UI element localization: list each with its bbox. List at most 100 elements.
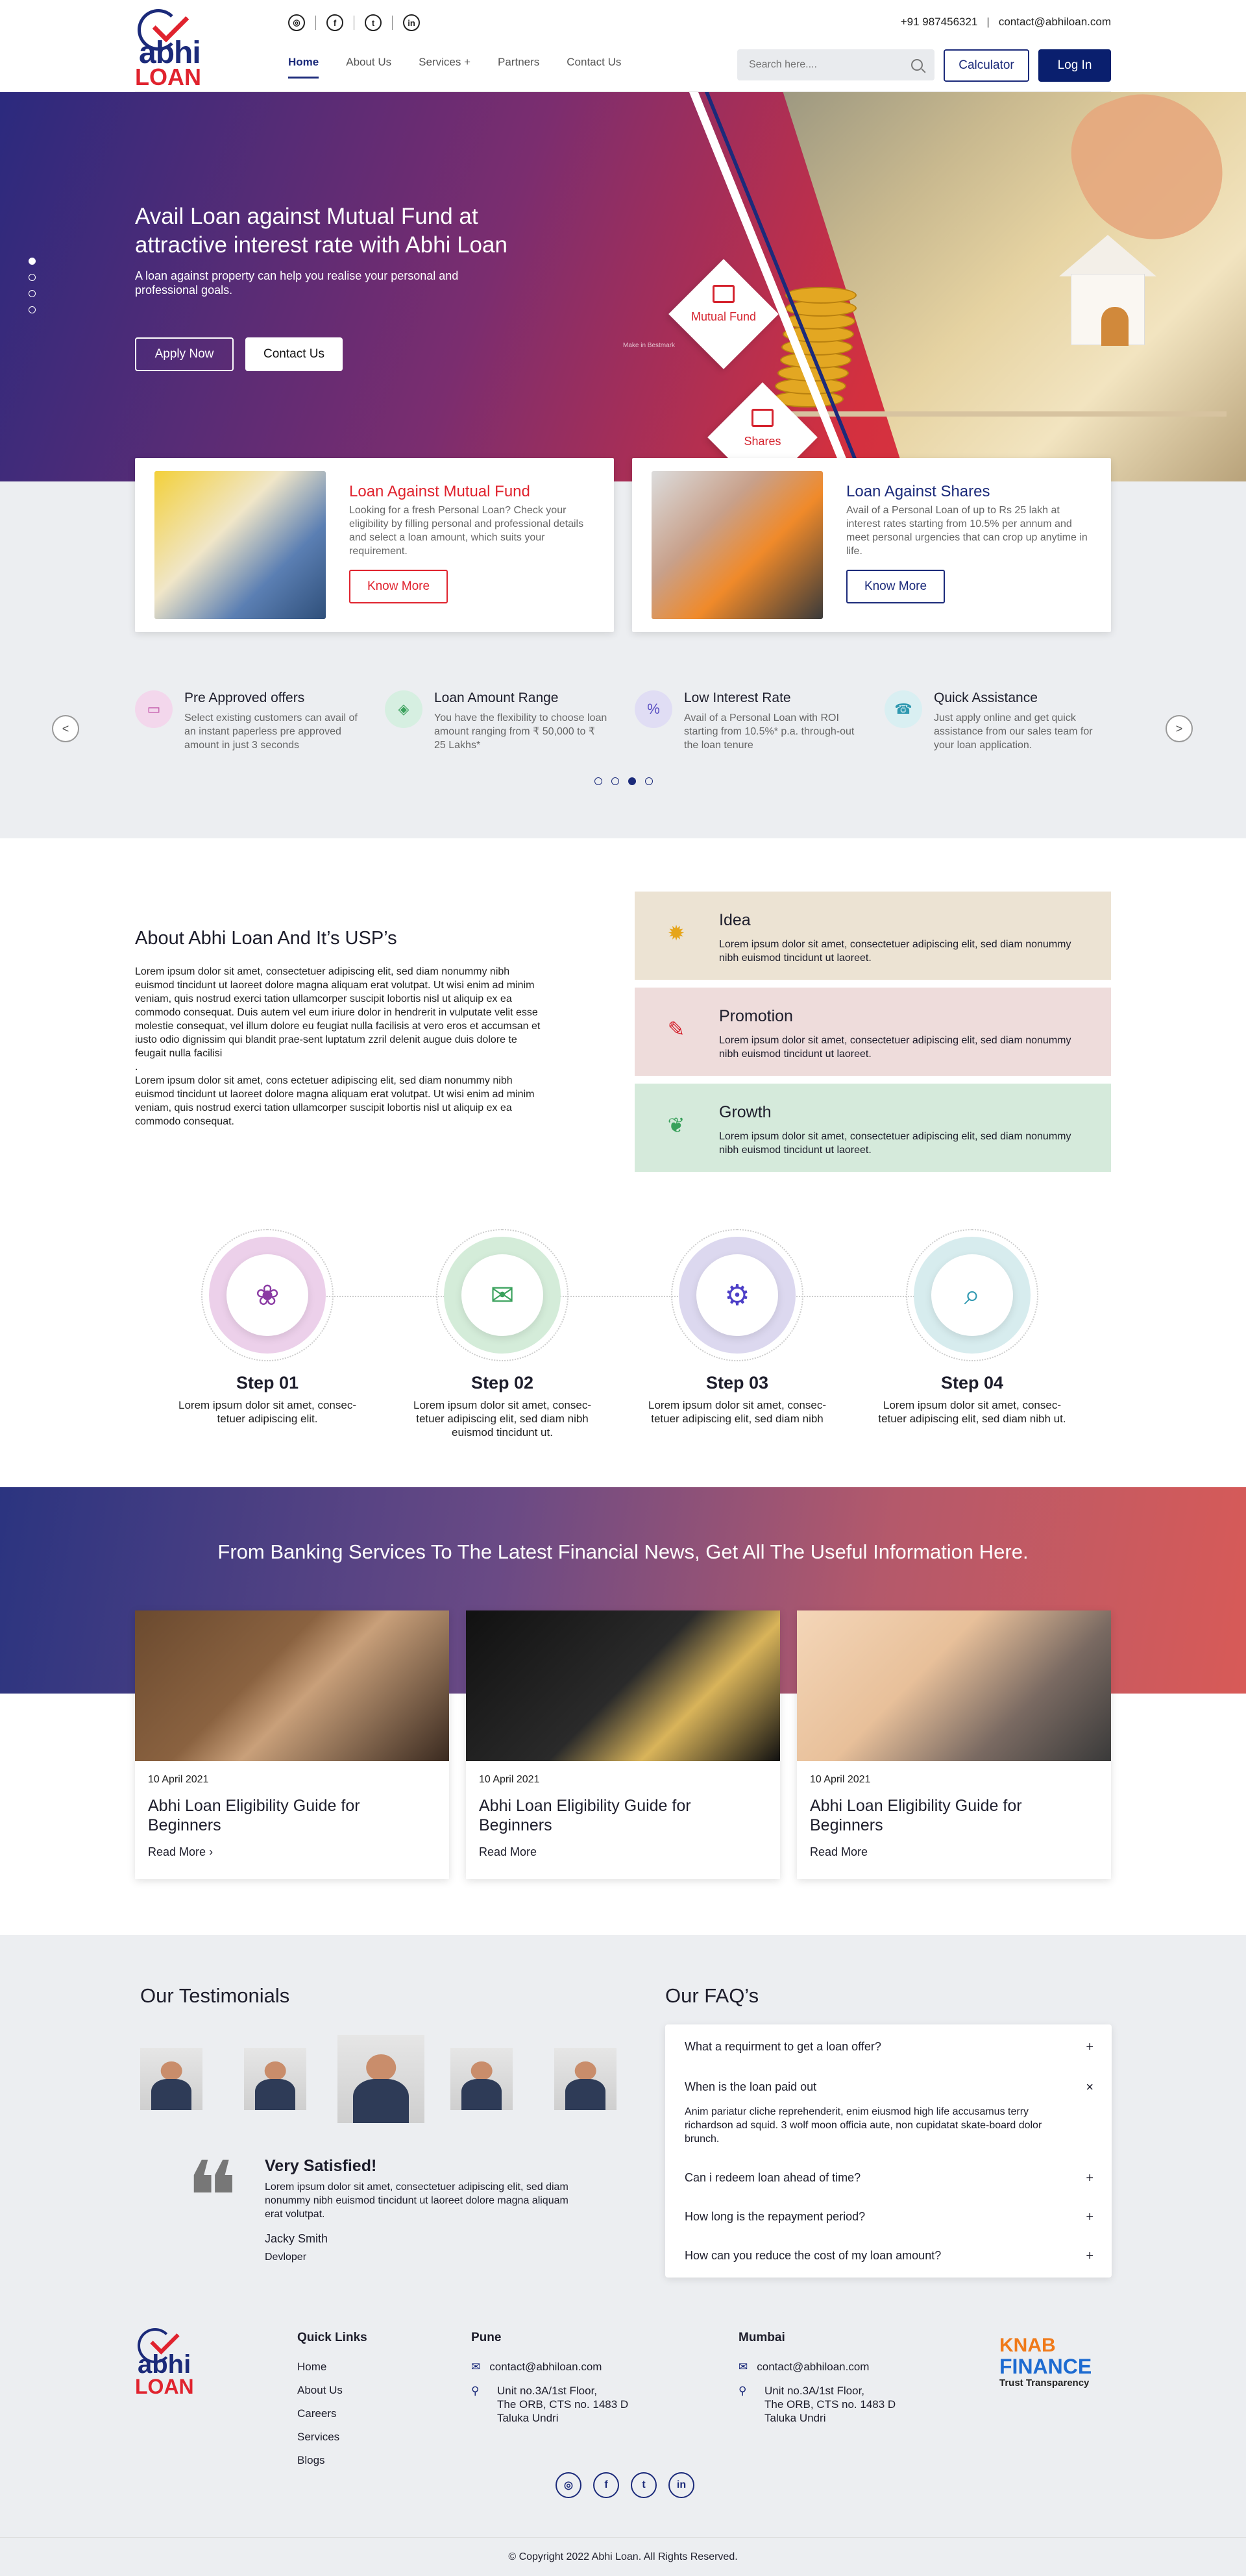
news-title: Abhi Loan Eligibility Guide for Beginner…: [479, 1797, 691, 1834]
instagram-icon[interactable]: ◎: [556, 2472, 581, 2498]
header-phone[interactable]: +91 987456321: [901, 16, 978, 29]
facebook-icon[interactable]: f: [593, 2472, 619, 2498]
know-more-button[interactable]: Know More: [846, 570, 945, 603]
footer-link[interactable]: Careers: [297, 2407, 367, 2420]
avatar[interactable]: [450, 2048, 513, 2110]
features-next-button[interactable]: >: [1166, 715, 1193, 742]
apply-now-button[interactable]: Apply Now: [135, 337, 234, 371]
partner-logo[interactable]: KNAB FINANCE Trust Transparency: [999, 2336, 1092, 2389]
know-more-button[interactable]: Know More: [349, 570, 448, 603]
pagination-dot[interactable]: [645, 777, 653, 785]
news-card[interactable]: 10 April 2021 Abhi Loan Eligibility Guid…: [135, 1610, 449, 1879]
faq-question[interactable]: How long is the repayment period? +: [685, 2210, 1093, 2224]
news-title: Abhi Loan Eligibility Guide for Beginner…: [148, 1797, 360, 1834]
address-line: The ORB, CTS no. 1483 D: [764, 2398, 896, 2411]
contact-us-button[interactable]: Contact Us: [245, 337, 343, 371]
faq-question[interactable]: Can i redeem loan ahead of time? +: [685, 2171, 1093, 2185]
calculator-button[interactable]: Calculator: [944, 49, 1029, 82]
step-title: Step 04: [940, 1373, 1004, 1392]
testimonial-text: Lorem ipsum dolor sit amet, consectetuer…: [265, 2181, 568, 2220]
faq-question-text: What a requirment to get a loan offer?: [685, 2040, 881, 2053]
avatar[interactable]: [140, 2048, 202, 2110]
instagram-icon[interactable]: ◎: [288, 14, 305, 31]
slider-dot[interactable]: [29, 258, 36, 265]
plus-icon[interactable]: +: [1086, 2249, 1093, 2264]
news-card-photo: [466, 1610, 780, 1761]
linkedin-icon[interactable]: in: [403, 14, 420, 31]
divider: [392, 16, 393, 30]
footer-link[interactable]: About Us: [297, 2384, 367, 2397]
loan-products-section: Loan Against Mutual Fund Looking for a f…: [0, 458, 1246, 838]
house-image: [1059, 235, 1156, 352]
building-icon: [713, 285, 735, 303]
footer-logo[interactable]: abhi LOAN: [135, 2325, 200, 2400]
close-icon[interactable]: ×: [1086, 2080, 1093, 2095]
usp-text: Lorem ipsum dolor sit amet, consectetuer…: [719, 1035, 1071, 1060]
address-line: Unit no.3A/1st Floor,: [497, 2385, 598, 2397]
facebook-icon[interactable]: f: [326, 14, 343, 31]
linkedin-icon[interactable]: in: [668, 2472, 694, 2498]
faq-question[interactable]: How can you reduce the cost of my loan a…: [685, 2249, 1093, 2263]
about-section: About Abhi Loan And It’s USP’s Lorem ips…: [0, 838, 1246, 1487]
twitter-icon[interactable]: t: [631, 2472, 657, 2498]
footer-email[interactable]: ✉ contact@abhiloan.com: [739, 2361, 896, 2374]
nav-bar: Home About Us Services + Partners Contac…: [135, 47, 1111, 92]
step-item: ⚙ Step 03 Lorem ipsum dolor sit amet, co…: [640, 1229, 835, 1426]
site-footer: abhi LOAN Quick Links Home About Us Care…: [0, 2324, 1246, 2576]
news-card[interactable]: 10 April 2021 Abhi Loan Eligibility Guid…: [797, 1610, 1111, 1879]
faq-question-text: How can you reduce the cost of my loan a…: [685, 2249, 942, 2262]
site-header: abhi LOAN ◎ f t in +91 987456321 | conta…: [0, 0, 1246, 92]
usp-text: Lorem ipsum dolor sit amet, consectetuer…: [719, 1131, 1071, 1156]
slider-dot[interactable]: [29, 306, 36, 313]
step-title: Step 03: [705, 1373, 769, 1392]
read-more-link[interactable]: Read More: [810, 1845, 1098, 1859]
footer-link[interactable]: Home: [297, 2361, 367, 2374]
footer-email-text: contact@abhiloan.com: [757, 2361, 870, 2373]
search-icon[interactable]: [911, 59, 923, 71]
nav-about-us[interactable]: About Us: [346, 56, 391, 79]
plus-icon[interactable]: +: [1086, 2210, 1093, 2225]
nav-partners[interactable]: Partners: [498, 56, 539, 79]
feature-title: Low Interest Rate: [684, 690, 791, 705]
nav-services[interactable]: Services +: [419, 56, 470, 79]
login-button[interactable]: Log In: [1038, 49, 1111, 82]
faq-question-expanded[interactable]: When is the loan paid out ×: [685, 2080, 1093, 2095]
mail-icon: ✉: [739, 2361, 748, 2373]
header-social-links: ◎ f t in: [288, 14, 420, 31]
footer-address: ⚲ Unit no.3A/1st Floor, The ORB, CTS no.…: [739, 2384, 896, 2425]
plus-icon[interactable]: +: [1086, 2040, 1093, 2055]
read-more-link[interactable]: Read More: [479, 1845, 767, 1859]
avatar-active[interactable]: [337, 2035, 424, 2123]
search-input[interactable]: [749, 59, 898, 71]
footer-link[interactable]: Blogs: [297, 2454, 367, 2467]
faq-question[interactable]: What a requirment to get a loan offer? +: [685, 2040, 1093, 2054]
step-text: Lorem ipsum dolor sit amet, consec-tetue…: [178, 1399, 356, 1425]
assistance-icon: ☎: [885, 690, 922, 728]
step-text: Lorem ipsum dolor sit amet, consec-tetue…: [413, 1399, 591, 1439]
footer-email[interactable]: ✉ contact@abhiloan.com: [471, 2361, 628, 2374]
pagination-dot[interactable]: [611, 777, 619, 785]
pagination-dot[interactable]: [628, 777, 636, 785]
slider-dot[interactable]: [29, 274, 36, 281]
footer-col-title: Mumbai: [739, 2331, 785, 2344]
main-nav: Home About Us Services + Partners Contac…: [288, 56, 621, 79]
news-card[interactable]: 10 April 2021 Abhi Loan Eligibility Guid…: [466, 1610, 780, 1879]
twitter-icon[interactable]: t: [365, 14, 382, 31]
pagination-dot[interactable]: [594, 777, 602, 785]
feature-desc: Avail of a Personal Loan with ROI starti…: [684, 712, 855, 751]
footer-link[interactable]: Services: [297, 2431, 367, 2444]
slider-dot[interactable]: [29, 290, 36, 297]
header-email[interactable]: contact@abhiloan.com: [999, 16, 1111, 29]
nav-home[interactable]: Home: [288, 56, 319, 79]
avatar[interactable]: [554, 2048, 617, 2110]
avatar[interactable]: [244, 2048, 306, 2110]
usp-title: Growth: [719, 1103, 772, 1121]
nav-contact-us[interactable]: Contact Us: [567, 56, 621, 79]
read-more-link[interactable]: Read More ›: [148, 1845, 436, 1859]
testimonials-faq-section: Our Testimonials ❝ Very Satisfied! Lorem…: [0, 1935, 1246, 2324]
feature-title: Quick Assistance: [934, 690, 1038, 705]
plant-icon: ❦: [667, 1113, 685, 1137]
plus-icon[interactable]: +: [1086, 2171, 1093, 2186]
pin-icon: ⚲: [739, 2385, 747, 2397]
features-prev-button[interactable]: <: [52, 715, 79, 742]
